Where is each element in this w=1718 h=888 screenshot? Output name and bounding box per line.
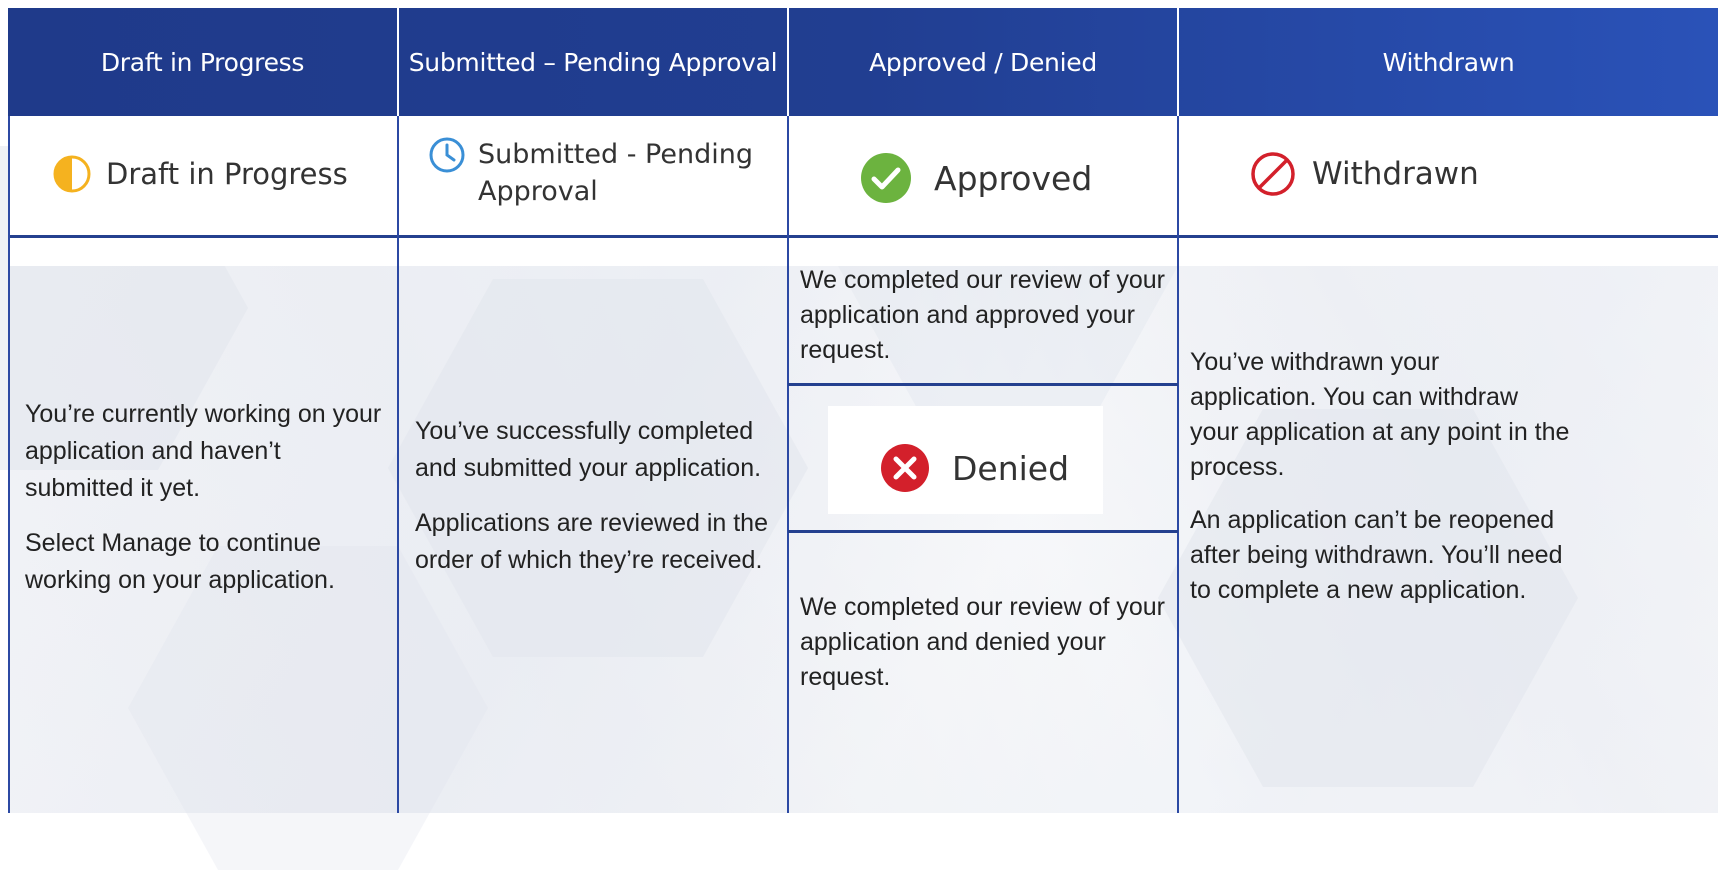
- paragraph: We completed our review of your applicat…: [800, 266, 1165, 364]
- description-submitted: You’ve successfully completed and submit…: [415, 413, 775, 597]
- paragraph: Applications are reviewed in the order o…: [415, 509, 768, 574]
- row-divider: [788, 383, 1178, 386]
- header-row: Draft in Progress Submitted – Pending Ap…: [8, 8, 1718, 116]
- half-circle-icon: [52, 154, 92, 194]
- status-badge-denied: Denied: [880, 440, 1080, 496]
- header-approved-denied: Approved / Denied: [869, 47, 1097, 77]
- paragraph: Select Manage to continue working on you…: [25, 529, 335, 594]
- status-badge-label-line1: Submitted - Pending: [478, 139, 753, 170]
- clock-icon: [428, 136, 466, 174]
- status-badge-label: Withdrawn: [1312, 156, 1479, 192]
- row-divider: [8, 235, 1718, 238]
- paragraph: An application can’t be reopened after b…: [1190, 506, 1563, 604]
- column-divider: [397, 116, 399, 813]
- status-table: Draft in Progress Submitted – Pending Ap…: [8, 8, 1718, 813]
- status-badge-withdrawn: Withdrawn: [1250, 132, 1550, 216]
- check-circle-icon: [860, 152, 912, 204]
- paragraph: You’ve withdrawn your application. You c…: [1190, 348, 1570, 481]
- header-divider: [397, 8, 399, 116]
- header-draft: Draft in Progress: [100, 47, 305, 77]
- column-divider: [787, 116, 789, 813]
- status-badge-submitted: Submitted - Pending Approval: [420, 122, 765, 224]
- column-divider: [1177, 116, 1179, 813]
- paragraph: We completed our review of your applicat…: [800, 593, 1165, 691]
- paragraph: You’ve successfully completed and submit…: [415, 417, 762, 482]
- description-draft: You’re currently working on your applica…: [25, 396, 390, 617]
- header-divider: [787, 8, 789, 116]
- status-badge-label: Approved: [934, 158, 1093, 198]
- description-denied: We completed our review of your applicat…: [800, 590, 1172, 713]
- header-withdrawn: Withdrawn: [1382, 47, 1515, 77]
- x-circle-icon: [880, 443, 930, 493]
- status-badge-approved: Approved: [860, 132, 1120, 224]
- paragraph: You’re currently working on your applica…: [25, 400, 382, 502]
- table-border-left: [8, 116, 10, 813]
- header-submitted: Submitted – Pending Approval: [408, 47, 778, 77]
- header-divider: [1177, 8, 1179, 116]
- prohibited-icon: [1250, 151, 1296, 197]
- status-badge-label: Draft in Progress: [106, 157, 348, 191]
- description-approved: We completed our review of your applicat…: [800, 263, 1172, 386]
- status-badge-label-line2: Approval: [478, 176, 598, 207]
- status-badge-label: Submitted - Pending Approval: [478, 136, 753, 210]
- status-badge-draft: Draft in Progress: [34, 128, 384, 220]
- description-withdrawn: You’ve withdrawn your application. You c…: [1190, 345, 1570, 626]
- status-badge-label: Denied: [952, 448, 1070, 488]
- row-divider: [788, 530, 1178, 533]
